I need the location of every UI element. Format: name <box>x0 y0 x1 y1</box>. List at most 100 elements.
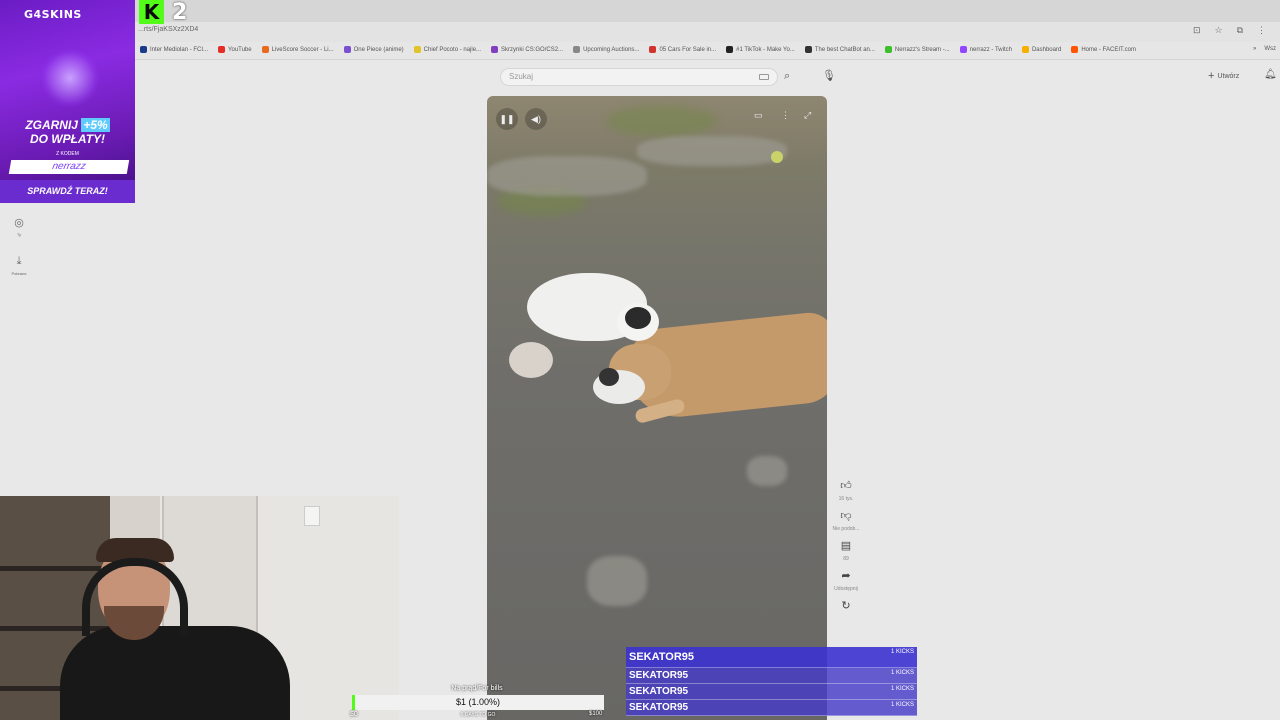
menu-icon[interactable]: ⋮ <box>1257 25 1266 36</box>
bookmark-favicon-icon <box>140 46 147 53</box>
bookmark-favicon-icon <box>959 46 967 53</box>
bookmark-label: Inter Mediolan - FCI... <box>150 46 209 53</box>
ad-headline: ZGARNIJ +5% <box>0 118 135 132</box>
more-options-icon[interactable]: ⋮ <box>781 110 790 121</box>
remix-button[interactable]: ↻ <box>828 598 864 614</box>
address-bar[interactable]: ...rts/FjaKSXz2XD4 ⊡ ☆ ⧉ ⋮ <box>0 22 1280 42</box>
sub-amount: 1 KICKS <box>890 702 914 708</box>
video-scene-stone <box>587 556 647 606</box>
bookmark-label: #1 TikTok - Make Yo... <box>736 46 795 53</box>
sub-name: SEKATOR95 <box>629 651 695 663</box>
like-count: 16 tys. <box>838 496 854 502</box>
comment-count: 89 <box>843 556 849 562</box>
goal-max: $100 <box>589 711 603 717</box>
bell-icon[interactable]: 🔔︎ <box>1264 69 1277 80</box>
bookmark-favicon-icon <box>1021 46 1029 53</box>
bookmark-favicon-icon <box>343 46 351 53</box>
shorts-video-player[interactable]: ❚❚ ◀) ▭ ⋮ ⤢ <box>487 96 827 720</box>
bookmark-favicon-icon <box>884 46 892 53</box>
bookmark-item[interactable]: Inter Mediolan - FCI... <box>140 46 208 53</box>
install-icon[interactable]: ⊡ <box>1193 25 1201 36</box>
ad-percent-badge: +5% <box>81 118 110 132</box>
sub-row: SEKATOR95 1 KICKS <box>626 668 917 684</box>
bookmark-item[interactable]: One Piece (anime) <box>343 46 404 53</box>
all-bookmarks-button[interactable]: Wsz <box>1264 46 1276 52</box>
pause-icon[interactable]: ❚❚ <box>496 108 518 130</box>
ad-artwork <box>40 48 100 108</box>
fullscreen-icon[interactable]: ⤢ <box>804 110 811 121</box>
bookmark-label: LiveScore Soccer - Li... <box>271 46 334 53</box>
sub-amount: 1 KICKS <box>890 670 914 676</box>
bookmark-item[interactable]: Upcoming Auctions... <box>573 46 639 53</box>
bookmark-item[interactable]: Chief Pocoto - najle... <box>413 46 481 53</box>
share-label: Udostępnij <box>834 586 858 592</box>
bookmark-item[interactable]: Skrzynki CS:GO/CS2... <box>491 46 563 53</box>
bookmark-favicon-icon <box>491 46 499 53</box>
bookmark-label: The best ChatBot an... <box>814 46 875 53</box>
ad-cta: SPRAWDŹ TERAZ! <box>0 180 135 203</box>
bookmark-favicon-icon <box>649 46 657 53</box>
volume-icon[interactable]: ◀) <box>525 108 547 130</box>
bookmarks-overflow: » Wsz <box>1253 46 1280 52</box>
create-button[interactable]: + Utwórz <box>1208 70 1239 82</box>
dislike-label: Nie podob... <box>832 526 860 532</box>
sub-name: SEKATOR95 <box>629 702 689 713</box>
like-button[interactable]: 👍︎ 16 tys. <box>828 478 864 502</box>
sub-row: SEKATOR95 1 KICKS <box>626 684 917 700</box>
thumbs-down-icon: 👎︎ <box>840 510 852 522</box>
bookmark-label: 05 Cars For Sale in... <box>659 46 717 53</box>
share-button[interactable]: ➦ Udostępnij <box>828 568 864 592</box>
search-box[interactable]: Szukaj <box>500 68 778 86</box>
bookmark-item[interactable]: 05 Cars For Sale in... <box>649 46 716 53</box>
plus-icon: + <box>1208 70 1215 82</box>
sidebar-item-you[interactable]: ◎ Ty <box>1 216 37 237</box>
star-icon[interactable]: ☆ <box>1214 25 1222 36</box>
search-input[interactable]: Szukaj <box>509 72 533 81</box>
bookmark-favicon-icon <box>261 46 269 53</box>
microphone-icon[interactable]: 🎙︎ <box>822 69 836 82</box>
bookmark-favicon-icon <box>218 46 226 53</box>
bookmark-item[interactable]: Dashboard <box>1021 46 1061 53</box>
bookmark-item[interactable]: Nerrazz's Stream -... <box>884 46 950 53</box>
bookmark-item[interactable]: LiveScore Soccer - Li... <box>261 46 334 53</box>
keyboard-icon[interactable] <box>759 74 769 80</box>
sidebar-item-downloads[interactable]: ⤓ Pobrane <box>1 255 37 276</box>
bookmark-item[interactable]: Home - FACEIT.com <box>1071 46 1136 53</box>
bookmark-label: Upcoming Auctions... <box>583 46 640 53</box>
sub-amount: 1 KICKS <box>890 649 914 655</box>
captions-icon[interactable]: ▭ <box>754 110 763 121</box>
ad-subheadline: DO WPŁATY! <box>29 132 106 146</box>
kick-logo: K <box>139 0 164 24</box>
bookmark-label: YouTube <box>228 46 252 53</box>
bookmark-item[interactable]: The best ChatBot an... <box>804 46 875 53</box>
streamer-body <box>60 626 290 720</box>
bookmark-label: One Piece (anime) <box>353 46 404 53</box>
url-text[interactable]: ...rts/FjaKSXz2XD4 <box>138 26 198 33</box>
video-scene-cat-patch <box>625 307 651 329</box>
comments-button[interactable]: ▤ 89 <box>828 538 864 562</box>
sub-row: SEKATOR95 1 KICKS <box>626 647 917 668</box>
shelf-board <box>0 566 110 571</box>
ad-promo-code: nerrazz <box>8 160 130 174</box>
shorts-actions: 👍︎ 16 tys. 👎︎ Nie podob... ▤ 89 ➦ Udostę… <box>828 478 864 620</box>
comment-icon: ▤ <box>840 540 852 552</box>
remix-icon: ↻ <box>841 600 851 612</box>
download-icon: ⤓ <box>16 255 22 267</box>
search-icon[interactable]: ⌕ <box>784 70 790 83</box>
bookmark-favicon-icon <box>726 46 734 53</box>
bookmark-label: Skrzynki CS:GO/CS2... <box>501 46 564 53</box>
bookmark-item[interactable]: #1 TikTok - Make Yo... <box>726 46 795 53</box>
bookmarks-bar: Inter Mediolan - FCI... YouTube LiveScore … <box>0 42 1280 60</box>
extensions-icon[interactable]: ⧉ <box>1237 25 1243 36</box>
video-scene-ball <box>771 151 783 163</box>
bookmark-item[interactable]: nerrazz - Twitch <box>959 46 1012 53</box>
dislike-button[interactable]: 👎︎ Nie podob... <box>828 508 864 532</box>
more-bookmarks-icon[interactable]: » <box>1253 46 1256 52</box>
kick-badge-number: 2 <box>172 0 188 25</box>
video-scene-moss <box>607 106 717 136</box>
video-scene-kitten-patch <box>599 368 619 386</box>
sub-amount: 1 KICKS <box>890 686 914 692</box>
sub-row: SEKATOR95 1 KICKS <box>626 700 917 716</box>
bookmark-item[interactable]: YouTube <box>218 46 252 53</box>
video-scene-stone <box>637 136 787 166</box>
